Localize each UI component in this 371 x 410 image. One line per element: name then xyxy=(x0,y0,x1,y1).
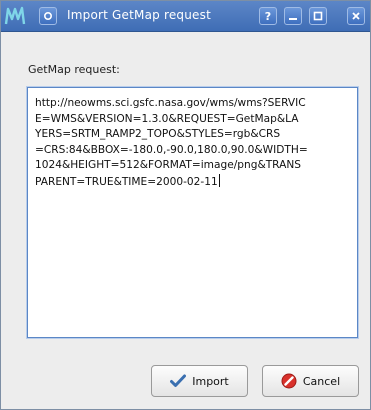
title-bar[interactable]: Import GetMap request ? xyxy=(1,1,370,32)
help-button[interactable]: ? xyxy=(259,7,277,25)
cancel-button-label: Cancel xyxy=(302,374,341,388)
help-icon: ? xyxy=(264,9,272,23)
cancel-button[interactable]: Cancel xyxy=(262,365,359,397)
app-logo-icon xyxy=(4,6,26,25)
request-line: http://neowms.sci.gsfc.nasa.gov/wms/wms?… xyxy=(35,97,306,109)
import-button-label: Import xyxy=(192,374,229,388)
maximize-button[interactable] xyxy=(309,7,327,25)
maximize-icon xyxy=(313,11,323,21)
text-cursor xyxy=(218,173,220,187)
getmap-request-textarea[interactable]: http://neowms.sci.gsfc.nasa.gov/wms/wms?… xyxy=(27,87,358,338)
getmap-request-label: GetMap request: xyxy=(28,63,120,76)
checkmark-icon xyxy=(170,374,187,387)
cancel-icon xyxy=(281,373,297,389)
request-line: E=WMS&VERSION=1.3.0&REQUEST=GetMap&LA xyxy=(35,112,299,125)
request-line: PARENT=TRUE&TIME=2000-02-11 xyxy=(35,175,218,188)
close-button[interactable] xyxy=(347,7,365,25)
window-menu-icon xyxy=(43,11,53,21)
import-getmap-dialog: Import GetMap request ? GetMap request: … xyxy=(0,0,371,410)
dialog-title: Import GetMap request xyxy=(67,8,211,22)
request-line: YERS=SRTM_RAMP2_TOPO&STYLES=rgb&CRS xyxy=(35,128,281,141)
minimize-button[interactable] xyxy=(284,7,302,25)
request-line: =CRS:84&BBOX=-180.0,-90.0,180.0,90.0&WID… xyxy=(35,143,308,156)
request-line: 1024&HEIGHT=512&FORMAT=image/png&TRANS xyxy=(35,159,302,172)
minimize-icon xyxy=(289,18,297,20)
window-menu-button[interactable] xyxy=(39,7,57,25)
import-button[interactable]: Import xyxy=(151,365,248,397)
close-icon xyxy=(352,12,360,20)
